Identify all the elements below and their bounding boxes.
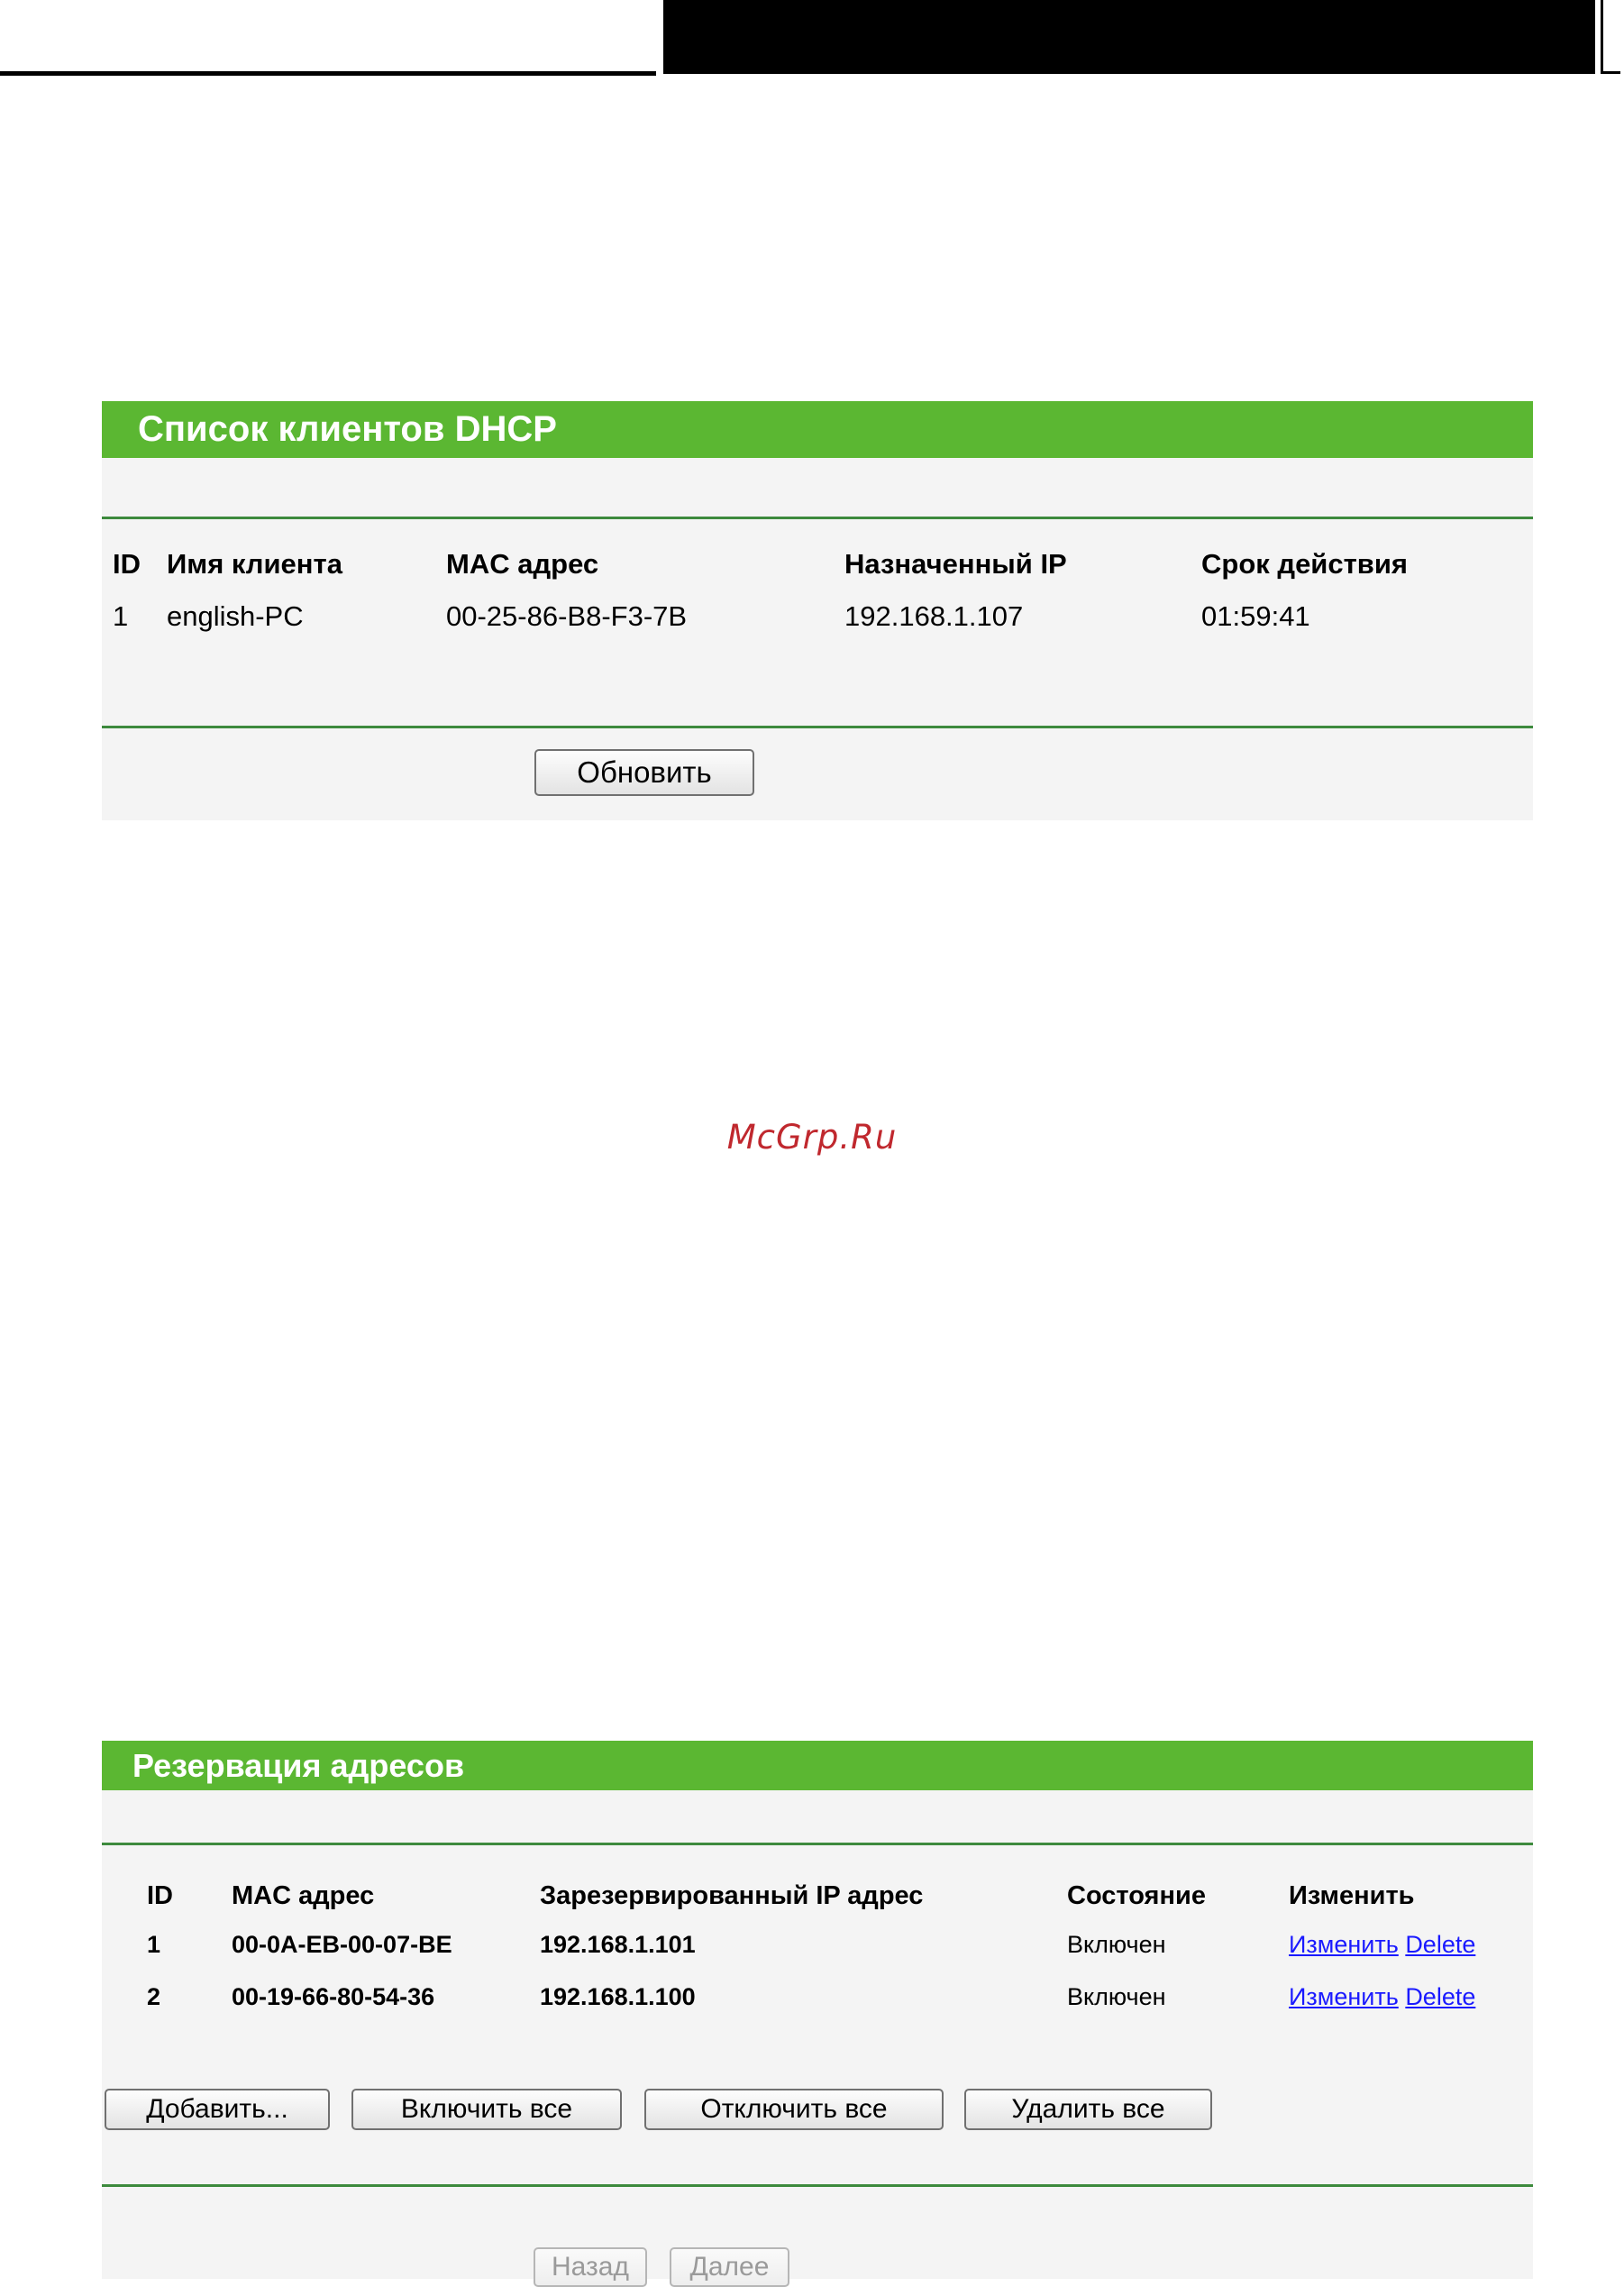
header-rule	[0, 71, 656, 76]
cell-mac: 00-19-66-80-54-36	[232, 1982, 435, 2010]
dhcp-client-list-panel: Список клиентов DHCP ID Имя клиента MAC …	[102, 401, 1533, 820]
table-header-row: ID MAC адрес Зарезервированный IP адрес …	[147, 1873, 1496, 1918]
disable-all-button[interactable]: Отключить все	[644, 2089, 944, 2130]
column-header-mac: MAC адрес	[232, 1880, 375, 1910]
back-button[interactable]: Назад	[534, 2247, 647, 2287]
cell-mac: 00-25-86-B8-F3-7B	[446, 600, 688, 632]
column-header-reserved-ip: Зарезервированный IP адрес	[540, 1880, 924, 1910]
cell-reserved-ip: 192.168.1.101	[540, 1930, 696, 1958]
cell-state: Включен	[1067, 1982, 1166, 2010]
cell-mac: 00-0A-EB-00-07-BE	[232, 1930, 452, 1958]
cell-assigned-ip: 192.168.1.107	[844, 600, 1024, 632]
next-button[interactable]: Далее	[670, 2247, 789, 2287]
column-header-client-name: Имя клиента	[167, 548, 342, 580]
header-bar	[663, 0, 1595, 74]
edit-link[interactable]: Изменить	[1289, 1983, 1399, 2010]
header-bar-corner	[1601, 71, 1620, 74]
column-header-modify: Изменить	[1289, 1880, 1415, 1910]
dhcp-client-list-title: Список клиентов DHCP	[102, 401, 1533, 458]
column-header-id: ID	[113, 548, 141, 580]
reservation-table: ID MAC адрес Зарезервированный IP адрес …	[147, 1873, 1496, 2023]
dhcp-client-table: ID Имя клиента MAC адрес Назначенный IP …	[113, 542, 1526, 646]
address-reservation-panel: Резервация адресов ID MAC адрес Зарезерв…	[102, 1741, 1533, 2287]
enable-all-button[interactable]: Включить все	[351, 2089, 622, 2130]
divider	[102, 2184, 1533, 2187]
table-row: 2 00-19-66-80-54-36 192.168.1.100 Включе…	[147, 1971, 1496, 2023]
delete-all-button[interactable]: Удалить все	[964, 2089, 1212, 2130]
column-header-mac: MAC адрес	[446, 548, 599, 580]
delete-link[interactable]: Delete	[1405, 1983, 1475, 2010]
address-reservation-title: Резервация адресов	[102, 1741, 1533, 1790]
cell-actions: Изменить Delete	[1289, 1918, 1496, 1971]
cell-id: 1	[147, 1930, 161, 1958]
cell-state: Включен	[1067, 1930, 1166, 1958]
edit-link[interactable]: Изменить	[1289, 1931, 1399, 1958]
cell-client-name: english-PC	[167, 600, 304, 632]
table-row: 1 english-PC 00-25-86-B8-F3-7B 192.168.1…	[113, 587, 1526, 646]
column-header-state: Состояние	[1067, 1880, 1206, 1910]
divider	[102, 517, 1533, 519]
delete-link[interactable]: Delete	[1405, 1931, 1475, 1958]
add-button[interactable]: Добавить...	[105, 2089, 330, 2130]
divider	[102, 726, 1533, 728]
table-row: 1 00-0A-EB-00-07-BE 192.168.1.101 Включе…	[147, 1918, 1496, 1971]
divider	[102, 1843, 1533, 1845]
cell-reserved-ip: 192.168.1.100	[540, 1982, 696, 2010]
cell-lease: 01:59:41	[1201, 600, 1310, 632]
header-bar-edge	[1601, 0, 1603, 74]
cell-id: 2	[147, 1982, 161, 2010]
column-header-assigned-ip: Назначенный IP	[844, 548, 1067, 580]
watermark: McGrp.Ru	[726, 1118, 898, 1157]
column-header-lease: Срок действия	[1201, 548, 1408, 580]
refresh-button[interactable]: Обновить	[534, 749, 754, 796]
table-header-row: ID Имя клиента MAC адрес Назначенный IP …	[113, 542, 1526, 587]
cell-id: 1	[113, 600, 129, 632]
column-header-id: ID	[147, 1880, 173, 1910]
cell-actions: Изменить Delete	[1289, 1971, 1496, 2023]
